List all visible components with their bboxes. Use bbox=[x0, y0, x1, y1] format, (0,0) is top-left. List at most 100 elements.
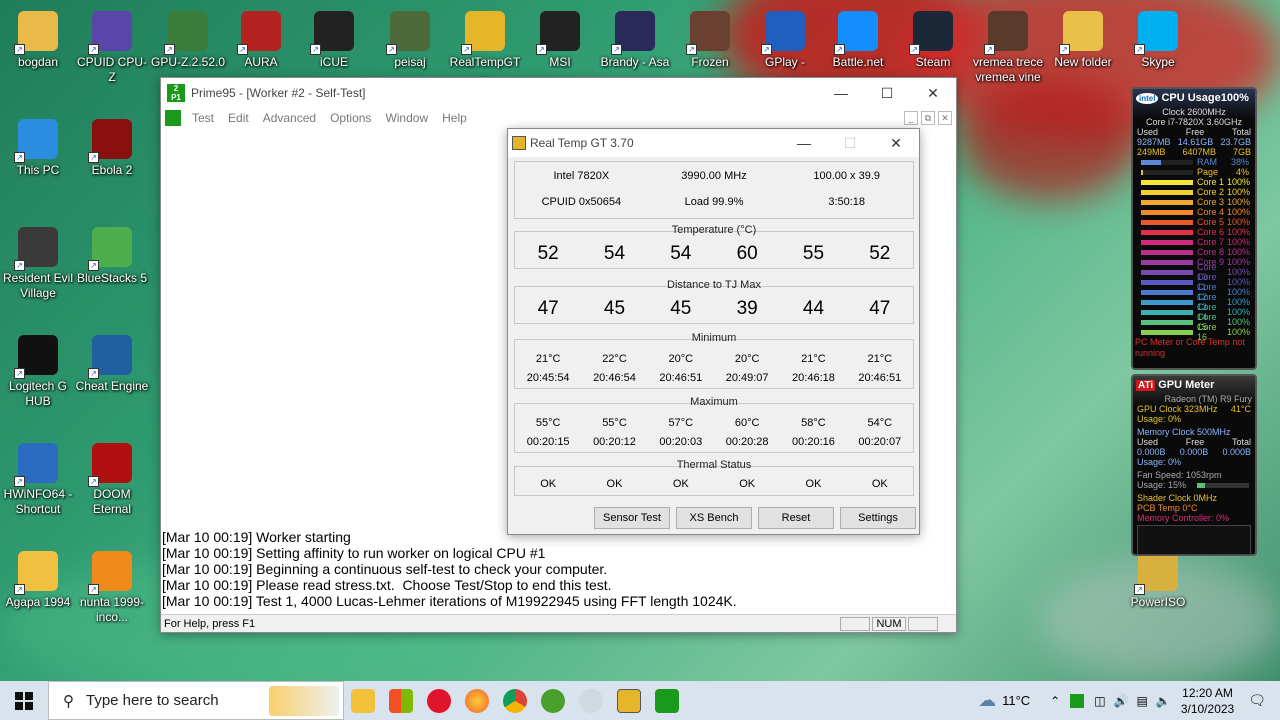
taskbar-chrome[interactable] bbox=[496, 681, 534, 720]
desktop-icon-label: AURA bbox=[244, 55, 278, 69]
minimize-button[interactable]: — bbox=[781, 129, 827, 157]
desktop-icon[interactable]: ↗ MSI bbox=[522, 5, 598, 70]
desktop-icon[interactable]: ↗ New folder bbox=[1045, 5, 1121, 70]
desktop-icon-label: Resident Evil Village bbox=[2, 271, 74, 300]
usage-bar-row: Page 4% bbox=[1135, 167, 1255, 177]
desktop-icon[interactable]: ↗ GPlay - bbox=[747, 5, 823, 70]
desktop-icon-label: nunta 1999-inco... bbox=[79, 595, 145, 624]
desktop-icon[interactable]: ↗ Logitech G HUB bbox=[0, 329, 76, 409]
desktop-icon[interactable]: ↗ Brandy - Asa bbox=[597, 5, 673, 70]
taskbar-prime95[interactable] bbox=[648, 681, 686, 720]
maximize-button[interactable]: ☐ bbox=[864, 78, 910, 108]
desktop-icon-label: Agapa 1994 bbox=[5, 595, 71, 609]
desktop-icon-label: HWiNFO64 - Shortcut bbox=[3, 487, 73, 516]
usage-bar bbox=[1141, 159, 1193, 165]
memory-controller: Memory Controller: 0% bbox=[1137, 513, 1230, 523]
prime95-tray-icon[interactable] bbox=[1070, 693, 1085, 708]
taskbar-opera[interactable] bbox=[420, 681, 458, 720]
menu-advanced[interactable]: Advanced bbox=[256, 111, 323, 125]
realtemp-window[interactable]: Real Temp GT 3.70 — ☐ ✕ Intel 7820X 3990… bbox=[507, 128, 920, 535]
realtemp-icon bbox=[617, 688, 641, 713]
desktop-icon[interactable]: ↗RealTempGT - bbox=[447, 5, 523, 85]
network-icon[interactable]: ▤ bbox=[1137, 694, 1148, 708]
minimum-panel: Minimum 21°C 22°C 20°C 20°C 21°C 21°C 20:45:5… bbox=[514, 332, 914, 389]
usage-bar-row: Core 1 100% bbox=[1135, 177, 1255, 187]
show-hidden-icons-icon[interactable]: ⌃ bbox=[1050, 694, 1060, 708]
search-box[interactable]: ⚲ Type here to search bbox=[48, 681, 344, 720]
desktop-icon[interactable]: ↗ Ebola 2 bbox=[74, 113, 150, 178]
desktop-icon[interactable]: ↗ BlueStacks 5 bbox=[74, 221, 150, 286]
prime95-menubar: Test Edit Advanced Options Window Help _… bbox=[161, 108, 956, 128]
weather-icon[interactable]: ☁ bbox=[978, 690, 996, 711]
log-line: [Mar 10 00:19] Beginning a continuous se… bbox=[162, 561, 608, 577]
desktop-icon[interactable]: ↗ Agapa 1994 bbox=[0, 545, 76, 610]
speaker-icon[interactable]: 🔊 bbox=[1114, 694, 1129, 708]
volume-icon[interactable]: 🔈 bbox=[1156, 694, 1171, 708]
desktop-icon[interactable]: ↗ vremea trece vremea vine bbox=[970, 5, 1046, 85]
shortcut-icon: ↗ bbox=[834, 11, 878, 55]
status-text: For Help, press F1 bbox=[164, 617, 256, 630]
desktop-icon[interactable]: ↗ Battle.net bbox=[820, 5, 896, 70]
desktop-icon[interactable]: ↗ GPU-Z.2.52.0 bbox=[150, 5, 226, 70]
taskbar-firefox[interactable] bbox=[458, 681, 496, 720]
menu-window[interactable]: Window bbox=[378, 111, 435, 125]
menu-test[interactable]: Test bbox=[185, 111, 221, 125]
log-line: [Mar 10 00:19] Setting affinity to run w… bbox=[162, 545, 546, 561]
taskbar-utorrent[interactable] bbox=[534, 681, 572, 720]
cpu-usage-gadget[interactable]: intel CPU Usage 100% Clock 2600MHz Core … bbox=[1131, 87, 1257, 370]
close-button[interactable]: ✕ bbox=[873, 129, 919, 157]
device-icon[interactable]: ◫ bbox=[1094, 694, 1105, 708]
desktop-icon[interactable]: ↗ Steam bbox=[895, 5, 971, 70]
core-min-time: 20:46:51 bbox=[858, 372, 902, 384]
core-distance-tjmax: 47 bbox=[537, 298, 559, 319]
desktop-icon[interactable]: ↗ Frozen bbox=[672, 5, 748, 70]
shortcut-arrow-icon: ↗ bbox=[88, 584, 99, 595]
taskbar-paint[interactable] bbox=[572, 681, 610, 720]
menu-edit[interactable]: Edit bbox=[221, 111, 256, 125]
desktop-icon[interactable]: ↗ Resident Evil Village bbox=[0, 221, 76, 301]
taskbar-file-explorer[interactable] bbox=[344, 681, 382, 720]
reset-button[interactable]: Reset bbox=[758, 507, 834, 529]
settings-button[interactable]: Settings bbox=[840, 507, 916, 529]
pcb-temp: PCB Temp 0°C bbox=[1137, 503, 1198, 513]
close-button[interactable]: ✕ bbox=[910, 78, 956, 108]
weather-temp[interactable]: 11°C bbox=[1002, 693, 1030, 708]
shortcut-arrow-icon: ↗ bbox=[761, 44, 772, 55]
sensor-test-button[interactable]: Sensor Test bbox=[594, 507, 670, 529]
realtemp-titlebar[interactable]: Real Temp GT 3.70 — ☐ ✕ bbox=[508, 129, 919, 157]
clock[interactable]: 12:20 AM 3/10/2023 bbox=[1181, 685, 1234, 717]
desktop-icon[interactable]: ↗ bogdan bbox=[0, 5, 76, 70]
menu-options[interactable]: Options bbox=[323, 111, 378, 125]
taskbar-store[interactable] bbox=[382, 681, 420, 720]
desktop-icon[interactable]: ↗ Cheat Engine bbox=[74, 329, 150, 394]
taskbar-realtemp[interactable] bbox=[610, 681, 648, 720]
desktop-icon[interactable]: ↗ HWiNFO64 - Shortcut bbox=[0, 437, 76, 517]
minimize-button[interactable]: — bbox=[818, 78, 864, 108]
desktop-icon[interactable]: ↗ AURA bbox=[223, 5, 299, 70]
start-button[interactable] bbox=[0, 681, 48, 720]
child-restore-button[interactable]: ⧉ bbox=[921, 111, 935, 125]
desktop-icon[interactable]: ↗ iCUE bbox=[296, 5, 372, 70]
desktop-icon[interactable]: ↗ CPUID CPU-Z bbox=[74, 5, 150, 85]
usage-bar bbox=[1141, 319, 1193, 325]
usage-bar-fill bbox=[1141, 229, 1193, 235]
desktop-icon-label: GPlay - bbox=[764, 55, 805, 69]
desktop-icon[interactable]: ↗ nunta 1999-inco... bbox=[74, 545, 150, 625]
desktop-icon[interactable]: ↗ This PC bbox=[0, 113, 76, 178]
gpu-meter-title: GPU Meter bbox=[1158, 379, 1215, 391]
prime95-titlebar[interactable]: 2 P1 Prime95 - [Worker #2 - Self-Test] — … bbox=[161, 78, 956, 108]
notifications-icon[interactable]: 🗨 bbox=[1248, 692, 1266, 709]
menu-help[interactable]: Help bbox=[435, 111, 474, 125]
child-close-button[interactable]: ✕ bbox=[938, 111, 952, 125]
usage-bar-value: 100% bbox=[1227, 287, 1251, 297]
desktop-icon-label: Brandy - Asa bbox=[600, 55, 670, 69]
core-temperature: 54 bbox=[603, 243, 626, 264]
usage-bar-label: Core 5 bbox=[1197, 217, 1225, 227]
desktop-icon[interactable]: ↗ DOOM Eternal bbox=[74, 437, 150, 517]
desktop-icon[interactable]: ↗ peisaj bbox=[372, 5, 448, 70]
usage-bar-fill bbox=[1141, 259, 1193, 265]
xs-bench-button[interactable]: XS Bench bbox=[676, 507, 752, 529]
child-minimize-button[interactable]: _ bbox=[904, 111, 918, 125]
gpu-meter-gadget[interactable]: ATi GPU Meter Radeon (TM) R9 Fury GPU Cl… bbox=[1131, 374, 1257, 556]
desktop-icon[interactable]: ↗ Skype bbox=[1120, 5, 1196, 70]
